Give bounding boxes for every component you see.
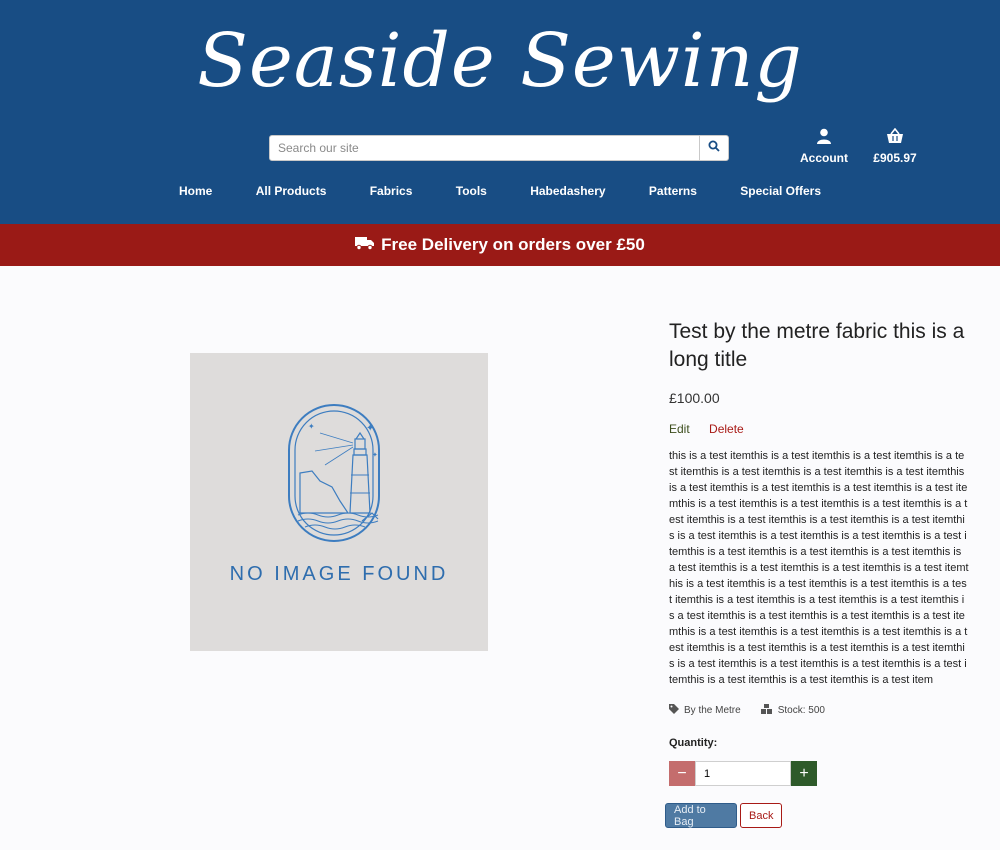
delete-link[interactable]: Delete — [709, 422, 744, 436]
add-to-bag-button[interactable]: Add to Bag — [665, 803, 737, 828]
svg-text:✦: ✦ — [366, 423, 374, 434]
search-bar — [269, 135, 729, 161]
minus-icon: − — [677, 764, 687, 782]
boxes-icon — [760, 704, 773, 717]
nav-home[interactable]: Home — [179, 184, 212, 198]
product-description: this is a test itemthis is a test itemth… — [669, 450, 969, 686]
search-icon — [708, 139, 720, 157]
quantity-label: Quantity: — [669, 737, 718, 749]
site-header: Seaside Sewing Account £905.97 Home All … — [0, 0, 1000, 224]
quantity-input[interactable] — [695, 761, 791, 786]
product-price: £100.00 — [669, 390, 720, 406]
nav-special-offers[interactable]: Special Offers — [740, 184, 821, 198]
no-image-text: NO IMAGE FOUND — [229, 563, 449, 585]
nav-tools[interactable]: Tools — [456, 184, 487, 198]
banner-text: Free Delivery on orders over £50 — [381, 235, 645, 254]
quantity-stepper: − + — [669, 761, 969, 786]
account-label: Account — [800, 151, 848, 165]
search-button[interactable] — [699, 136, 728, 160]
product-details: Test by the metre fabric this is a long … — [665, 318, 969, 828]
svg-text:✦: ✦ — [308, 422, 315, 431]
bag-total: £905.97 — [873, 151, 917, 165]
main-nav: Home All Products Fabrics Tools Habedash… — [0, 184, 1000, 198]
svg-text:✦: ✦ — [372, 451, 378, 459]
account-link[interactable]: Account — [795, 128, 853, 165]
admin-actions: Edit Delete — [669, 422, 969, 436]
category-link[interactable]: By the Metre — [684, 705, 741, 716]
basket-icon — [886, 127, 904, 148]
decrement-button[interactable]: − — [669, 761, 695, 786]
site-logo[interactable]: Seaside Sewing — [0, 6, 1000, 116]
delivery-banner: Free Delivery on orders over £50 — [0, 224, 1000, 266]
product-meta: By the Metre Stock: 500 — [669, 704, 969, 717]
nav-habedashery[interactable]: Habedashery — [530, 184, 605, 198]
stock-text: Stock: 500 — [777, 705, 825, 716]
truck-icon — [355, 235, 375, 256]
search-input[interactable] — [270, 136, 699, 160]
increment-button[interactable]: + — [791, 761, 817, 786]
product-title: Test by the metre fabric this is a long … — [669, 320, 965, 371]
user-icon — [816, 128, 832, 148]
nav-all-products[interactable]: All Products — [256, 184, 327, 198]
nav-fabrics[interactable]: Fabrics — [370, 184, 413, 198]
tag-icon — [669, 704, 679, 717]
nav-patterns[interactable]: Patterns — [649, 184, 697, 198]
edit-link[interactable]: Edit — [669, 422, 690, 436]
product-image: ✦ ✦ ✦ NO IMAGE FOUND — [190, 353, 488, 651]
bag-link[interactable]: £905.97 — [866, 127, 924, 165]
plus-icon: + — [799, 764, 809, 782]
product-buttons: Add to Bag Back — [665, 803, 969, 828]
back-button[interactable]: Back — [740, 803, 783, 828]
